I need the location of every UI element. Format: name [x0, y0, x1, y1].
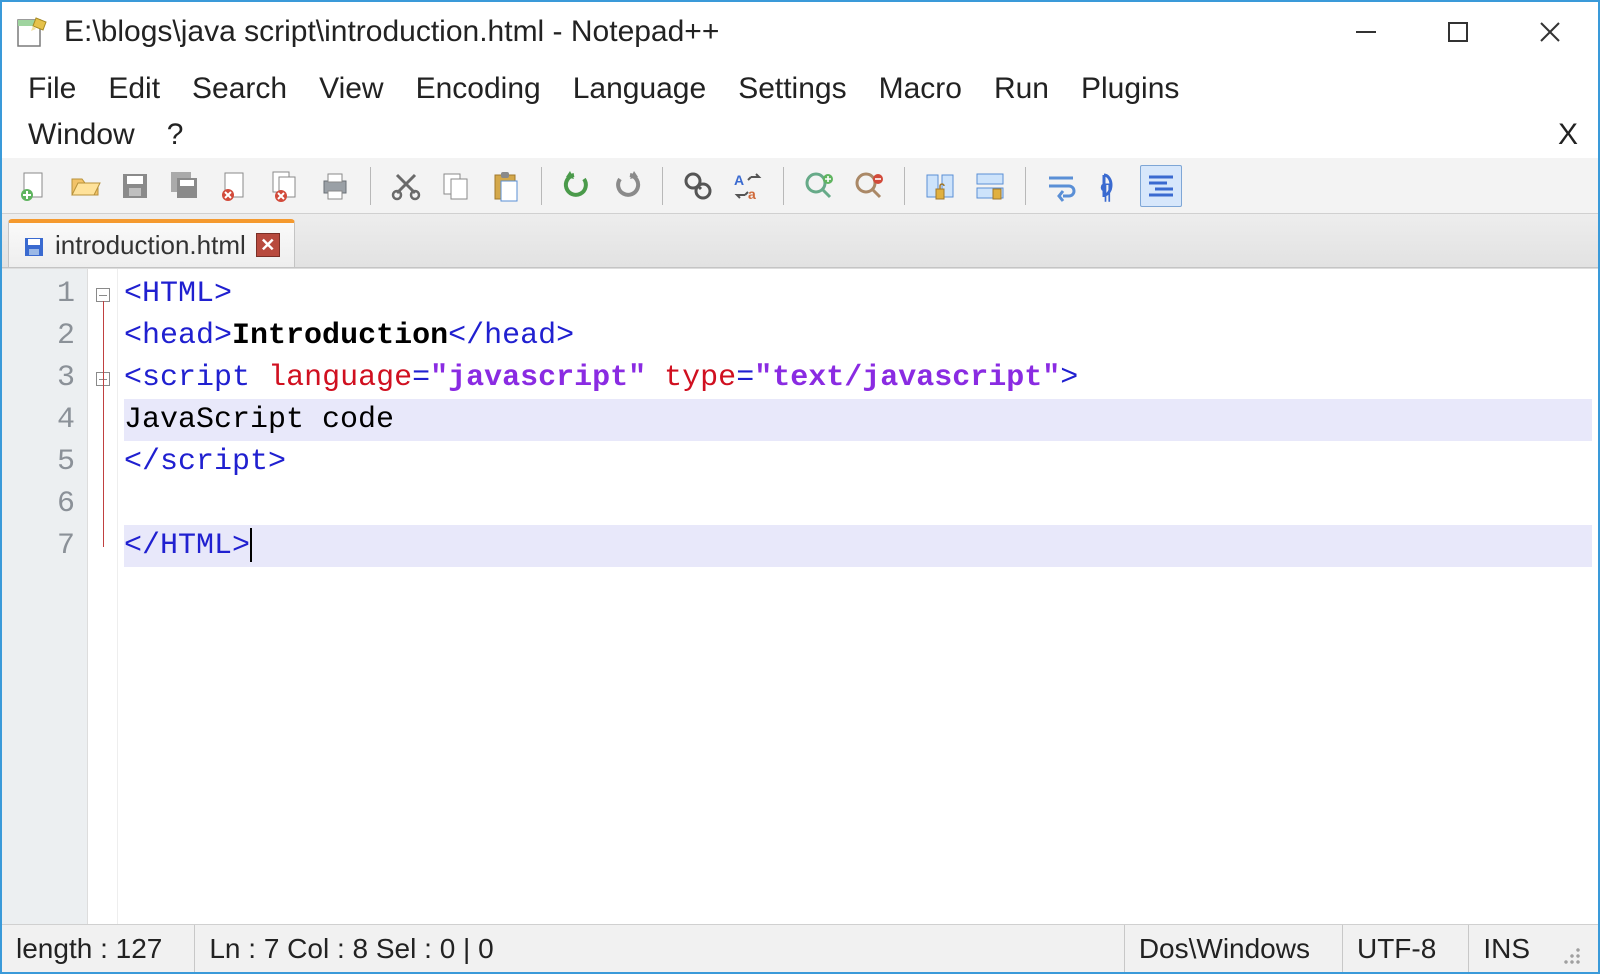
show-all-button[interactable]: ¶ — [1090, 165, 1132, 207]
line-number-gutter: 1234567 — [2, 269, 88, 924]
tab-filename: introduction.html — [55, 230, 246, 261]
titlebar: E:\blogs\java script\introduction.html -… — [2, 2, 1598, 62]
save-all-button[interactable] — [164, 165, 206, 207]
zoom-in-button[interactable] — [798, 165, 840, 207]
menu-window[interactable]: Window — [12, 112, 151, 158]
menu-edit[interactable]: Edit — [92, 66, 176, 112]
menu-plugins[interactable]: Plugins — [1065, 66, 1195, 112]
cut-button[interactable] — [385, 165, 427, 207]
copy-button[interactable] — [435, 165, 477, 207]
status-length: length : 127 — [16, 925, 176, 972]
app-window: E:\blogs\java script\introduction.html -… — [0, 0, 1600, 974]
sync-v-button[interactable] — [919, 165, 961, 207]
print-button[interactable] — [314, 165, 356, 207]
menu-run[interactable]: Run — [978, 66, 1065, 112]
svg-text:A: A — [734, 172, 744, 188]
menu-search[interactable]: Search — [176, 66, 303, 112]
replace-button[interactable]: Aa — [727, 165, 769, 207]
toolbar: Aa ¶ — [2, 158, 1598, 214]
redo-button[interactable] — [606, 165, 648, 207]
zoom-out-button[interactable] — [848, 165, 890, 207]
close-file-button[interactable] — [214, 165, 256, 207]
status-bar: length : 127 Ln : 7 Col : 8 Sel : 0 | 0 … — [2, 924, 1598, 972]
svg-text:¶: ¶ — [1100, 179, 1112, 203]
editor: 1234567 <HTML><head>Introduction</head><… — [2, 268, 1598, 924]
menu-help[interactable]: ? — [151, 112, 200, 158]
tab-bar: introduction.html ✕ — [2, 214, 1598, 268]
paste-button[interactable] — [485, 165, 527, 207]
save-icon — [23, 234, 45, 256]
code-area[interactable]: <HTML><head>Introduction</head><script l… — [118, 269, 1598, 924]
menu-file[interactable]: File — [12, 66, 92, 112]
menu-view[interactable]: View — [303, 66, 399, 112]
find-button[interactable] — [677, 165, 719, 207]
app-icon — [14, 14, 50, 50]
document-tab[interactable]: introduction.html ✕ — [8, 219, 295, 267]
window-controls — [1340, 12, 1576, 52]
menubar-close-x[interactable]: X — [1548, 114, 1588, 156]
close-all-button[interactable] — [264, 165, 306, 207]
menu-language[interactable]: Language — [557, 66, 722, 112]
menubar: File Edit Search View Encoding Language … — [2, 62, 1598, 158]
status-encoding: UTF-8 — [1342, 925, 1450, 972]
fold-column[interactable] — [88, 269, 118, 924]
svg-text:a: a — [748, 186, 756, 202]
menu-macro[interactable]: Macro — [863, 66, 978, 112]
maximize-button[interactable] — [1432, 12, 1484, 52]
undo-button[interactable] — [556, 165, 598, 207]
close-button[interactable] — [1524, 12, 1576, 52]
new-file-button[interactable] — [14, 165, 56, 207]
menu-encoding[interactable]: Encoding — [400, 66, 557, 112]
status-position: Ln : 7 Col : 8 Sel : 0 | 0 — [194, 925, 507, 972]
word-wrap-button[interactable] — [1040, 165, 1082, 207]
open-file-button[interactable] — [64, 165, 106, 207]
tab-close-button[interactable]: ✕ — [256, 233, 280, 257]
doc-map-button[interactable] — [1140, 165, 1182, 207]
window-title: E:\blogs\java script\introduction.html -… — [64, 15, 1340, 49]
sync-h-button[interactable] — [969, 165, 1011, 207]
menu-settings[interactable]: Settings — [722, 66, 862, 112]
status-mode: INS — [1468, 925, 1544, 972]
resize-grip-icon[interactable] — [1562, 946, 1584, 968]
status-eol: Dos\Windows — [1124, 925, 1324, 972]
save-button[interactable] — [114, 165, 156, 207]
minimize-button[interactable] — [1340, 12, 1392, 52]
